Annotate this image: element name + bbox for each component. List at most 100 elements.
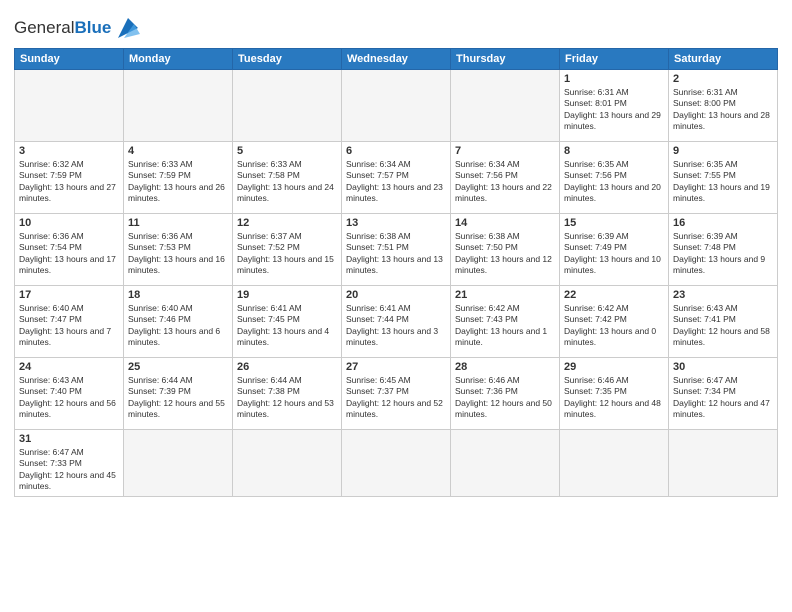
day-info: Sunrise: 6:32 AM Sunset: 7:59 PM Dayligh… [19,159,119,205]
day-info: Sunrise: 6:35 AM Sunset: 7:55 PM Dayligh… [673,159,773,205]
weekday-header-thursday: Thursday [451,49,560,70]
day-info: Sunrise: 6:34 AM Sunset: 7:56 PM Dayligh… [455,159,555,205]
calendar-cell: 1 Sunrise: 6:31 AM Sunset: 8:01 PM Daylig… [560,70,669,142]
day-info: Sunrise: 6:44 AM Sunset: 7:39 PM Dayligh… [128,375,228,421]
day-info: Sunrise: 6:40 AM Sunset: 7:46 PM Dayligh… [128,303,228,349]
weekday-header-sunday: Sunday [15,49,124,70]
calendar-cell [342,70,451,142]
calendar-cell: 4Sunrise: 6:33 AM Sunset: 7:59 PM Daylig… [124,142,233,214]
calendar-cell [233,430,342,497]
day-number: 14 [455,217,555,229]
day-number: 18 [128,289,228,301]
logo-text: GeneralBlue [14,18,111,38]
calendar-cell: 31Sunrise: 6:47 AM Sunset: 7:33 PM Dayli… [15,430,124,497]
weekday-header-friday: Friday [560,49,669,70]
weekday-header-row: SundayMondayTuesdayWednesdayThursdayFrid… [15,49,778,70]
calendar: SundayMondayTuesdayWednesdayThursdayFrid… [14,48,778,497]
day-info: Sunrise: 6:43 AM Sunset: 7:40 PM Dayligh… [19,375,119,421]
day-number: 2 [673,73,773,85]
calendar-cell: 3 Sunrise: 6:32 AM Sunset: 7:59 PM Daylig… [15,142,124,214]
calendar-cell: 28 Sunrise: 6:46 AM Sunset: 7:36 PM Dayli… [451,358,560,430]
calendar-cell: 10Sunrise: 6:36 AM Sunset: 7:54 PM Dayli… [15,214,124,286]
day-info: Sunrise: 6:42 AM Sunset: 7:43 PM Dayligh… [455,303,555,349]
day-number: 15 [564,217,664,229]
day-number: 28 [455,361,555,373]
calendar-cell: 25Sunrise: 6:44 AM Sunset: 7:39 PM Dayli… [124,358,233,430]
header: GeneralBlue [14,10,778,42]
day-info: Sunrise: 6:39 AM Sunset: 7:49 PM Dayligh… [564,231,664,277]
day-info: Sunrise: 6:39 AM Sunset: 7:48 PM Dayligh… [673,231,773,277]
day-info: Sunrise: 6:40 AM Sunset: 7:47 PM Dayligh… [19,303,119,349]
day-number: 24 [19,361,119,373]
calendar-cell: 29 Sunrise: 6:46 AM Sunset: 7:35 PM Dayli… [560,358,669,430]
calendar-cell: 15 Sunrise: 6:39 AM Sunset: 7:49 PM Dayli… [560,214,669,286]
calendar-cell [342,430,451,497]
day-info: Sunrise: 6:36 AM Sunset: 7:53 PM Dayligh… [128,231,228,277]
calendar-cell: 2 Sunrise: 6:31 AM Sunset: 8:00 PM Daylig… [669,70,778,142]
calendar-cell [15,70,124,142]
day-number: 10 [19,217,119,229]
calendar-cell [560,430,669,497]
weekday-header-wednesday: Wednesday [342,49,451,70]
day-number: 13 [346,217,446,229]
calendar-cell: 16 Sunrise: 6:39 AM Sunset: 7:48 PM Dayli… [669,214,778,286]
calendar-cell: 30Sunrise: 6:47 AM Sunset: 7:34 PM Dayli… [669,358,778,430]
day-info: Sunrise: 6:38 AM Sunset: 7:51 PM Dayligh… [346,231,446,277]
day-number: 16 [673,217,773,229]
day-number: 9 [673,145,773,157]
logo: GeneralBlue [14,14,142,42]
weekday-header-saturday: Saturday [669,49,778,70]
day-info: Sunrise: 6:38 AM Sunset: 7:50 PM Dayligh… [455,231,555,277]
calendar-cell [124,70,233,142]
day-info: Sunrise: 6:47 AM Sunset: 7:33 PM Dayligh… [19,447,119,493]
day-info: Sunrise: 6:42 AM Sunset: 7:42 PM Dayligh… [564,303,664,349]
day-info: Sunrise: 6:46 AM Sunset: 7:35 PM Dayligh… [564,375,664,421]
day-number: 27 [346,361,446,373]
calendar-cell: 26 Sunrise: 6:44 AM Sunset: 7:38 PM Dayli… [233,358,342,430]
calendar-cell [451,70,560,142]
day-number: 23 [673,289,773,301]
week-row-1: 1 Sunrise: 6:31 AM Sunset: 8:01 PM Daylig… [15,70,778,142]
day-number: 7 [455,145,555,157]
calendar-cell: 7 Sunrise: 6:34 AM Sunset: 7:56 PM Daylig… [451,142,560,214]
day-info: Sunrise: 6:31 AM Sunset: 8:00 PM Dayligh… [673,87,773,133]
day-info: Sunrise: 6:33 AM Sunset: 7:59 PM Dayligh… [128,159,228,205]
day-number: 26 [237,361,337,373]
calendar-cell: 11Sunrise: 6:36 AM Sunset: 7:53 PM Dayli… [124,214,233,286]
day-info: Sunrise: 6:43 AM Sunset: 7:41 PM Dayligh… [673,303,773,349]
logo-icon [114,14,142,42]
day-info: Sunrise: 6:31 AM Sunset: 8:01 PM Dayligh… [564,87,664,133]
day-number: 1 [564,73,664,85]
calendar-cell: 13 Sunrise: 6:38 AM Sunset: 7:51 PM Dayli… [342,214,451,286]
calendar-cell [669,430,778,497]
day-info: Sunrise: 6:34 AM Sunset: 7:57 PM Dayligh… [346,159,446,205]
calendar-cell [233,70,342,142]
weekday-header-tuesday: Tuesday [233,49,342,70]
week-row-3: 10Sunrise: 6:36 AM Sunset: 7:54 PM Dayli… [15,214,778,286]
day-number: 20 [346,289,446,301]
calendar-cell: 19Sunrise: 6:41 AM Sunset: 7:45 PM Dayli… [233,286,342,358]
calendar-cell: 17 Sunrise: 6:40 AM Sunset: 7:47 PM Dayli… [15,286,124,358]
day-number: 8 [564,145,664,157]
day-info: Sunrise: 6:44 AM Sunset: 7:38 PM Dayligh… [237,375,337,421]
day-number: 3 [19,145,119,157]
calendar-cell: 18 Sunrise: 6:40 AM Sunset: 7:46 PM Dayli… [124,286,233,358]
calendar-cell [124,430,233,497]
day-number: 5 [237,145,337,157]
calendar-cell: 5Sunrise: 6:33 AM Sunset: 7:58 PM Daylig… [233,142,342,214]
calendar-cell: 6 Sunrise: 6:34 AM Sunset: 7:57 PM Daylig… [342,142,451,214]
day-number: 6 [346,145,446,157]
week-row-2: 3 Sunrise: 6:32 AM Sunset: 7:59 PM Daylig… [15,142,778,214]
calendar-cell: 12 Sunrise: 6:37 AM Sunset: 7:52 PM Dayli… [233,214,342,286]
week-row-5: 24 Sunrise: 6:43 AM Sunset: 7:40 PM Dayli… [15,358,778,430]
day-number: 12 [237,217,337,229]
calendar-cell: 27Sunrise: 6:45 AM Sunset: 7:37 PM Dayli… [342,358,451,430]
day-info: Sunrise: 6:46 AM Sunset: 7:36 PM Dayligh… [455,375,555,421]
calendar-cell: 9 Sunrise: 6:35 AM Sunset: 7:55 PM Daylig… [669,142,778,214]
day-number: 29 [564,361,664,373]
day-info: Sunrise: 6:37 AM Sunset: 7:52 PM Dayligh… [237,231,337,277]
day-info: Sunrise: 6:47 AM Sunset: 7:34 PM Dayligh… [673,375,773,421]
day-info: Sunrise: 6:41 AM Sunset: 7:45 PM Dayligh… [237,303,337,349]
day-number: 17 [19,289,119,301]
day-number: 21 [455,289,555,301]
